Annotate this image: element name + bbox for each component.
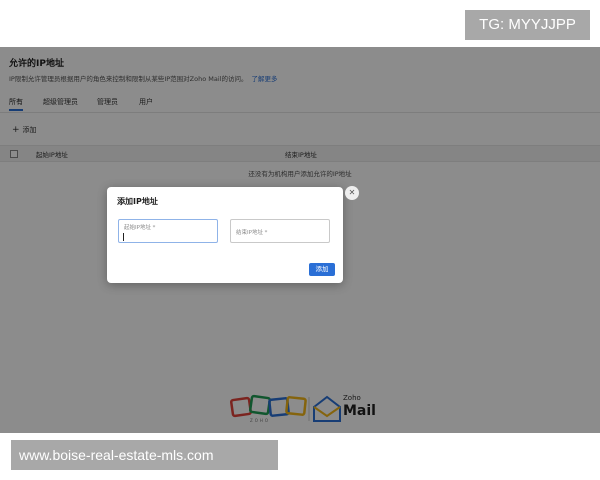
tg-badge: TG: MYYJJPP (465, 10, 590, 40)
close-icon[interactable]: ✕ (345, 186, 359, 200)
start-ip-field[interactable]: 起始IP地址 * (118, 219, 218, 243)
start-ip-label: 起始IP地址 * (124, 225, 156, 231)
watermark-banner: www.boise-real-estate-mls.com (11, 440, 278, 470)
end-ip-label: 结束IP地址 * (236, 230, 268, 236)
app-frame: 允许的IP地址 IP限制允许管理员根据用户的角色来控制和限制从某些IP范围对Zo… (0, 47, 600, 433)
modal-title: 添加IP地址 (117, 197, 158, 206)
add-ip-modal: 添加IP地址 起始IP地址 * 结束IP地址 * 添加 (107, 187, 343, 283)
submit-add-button[interactable]: 添加 (309, 263, 335, 276)
end-ip-field[interactable]: 结束IP地址 * (230, 219, 330, 243)
text-caret (123, 233, 124, 241)
